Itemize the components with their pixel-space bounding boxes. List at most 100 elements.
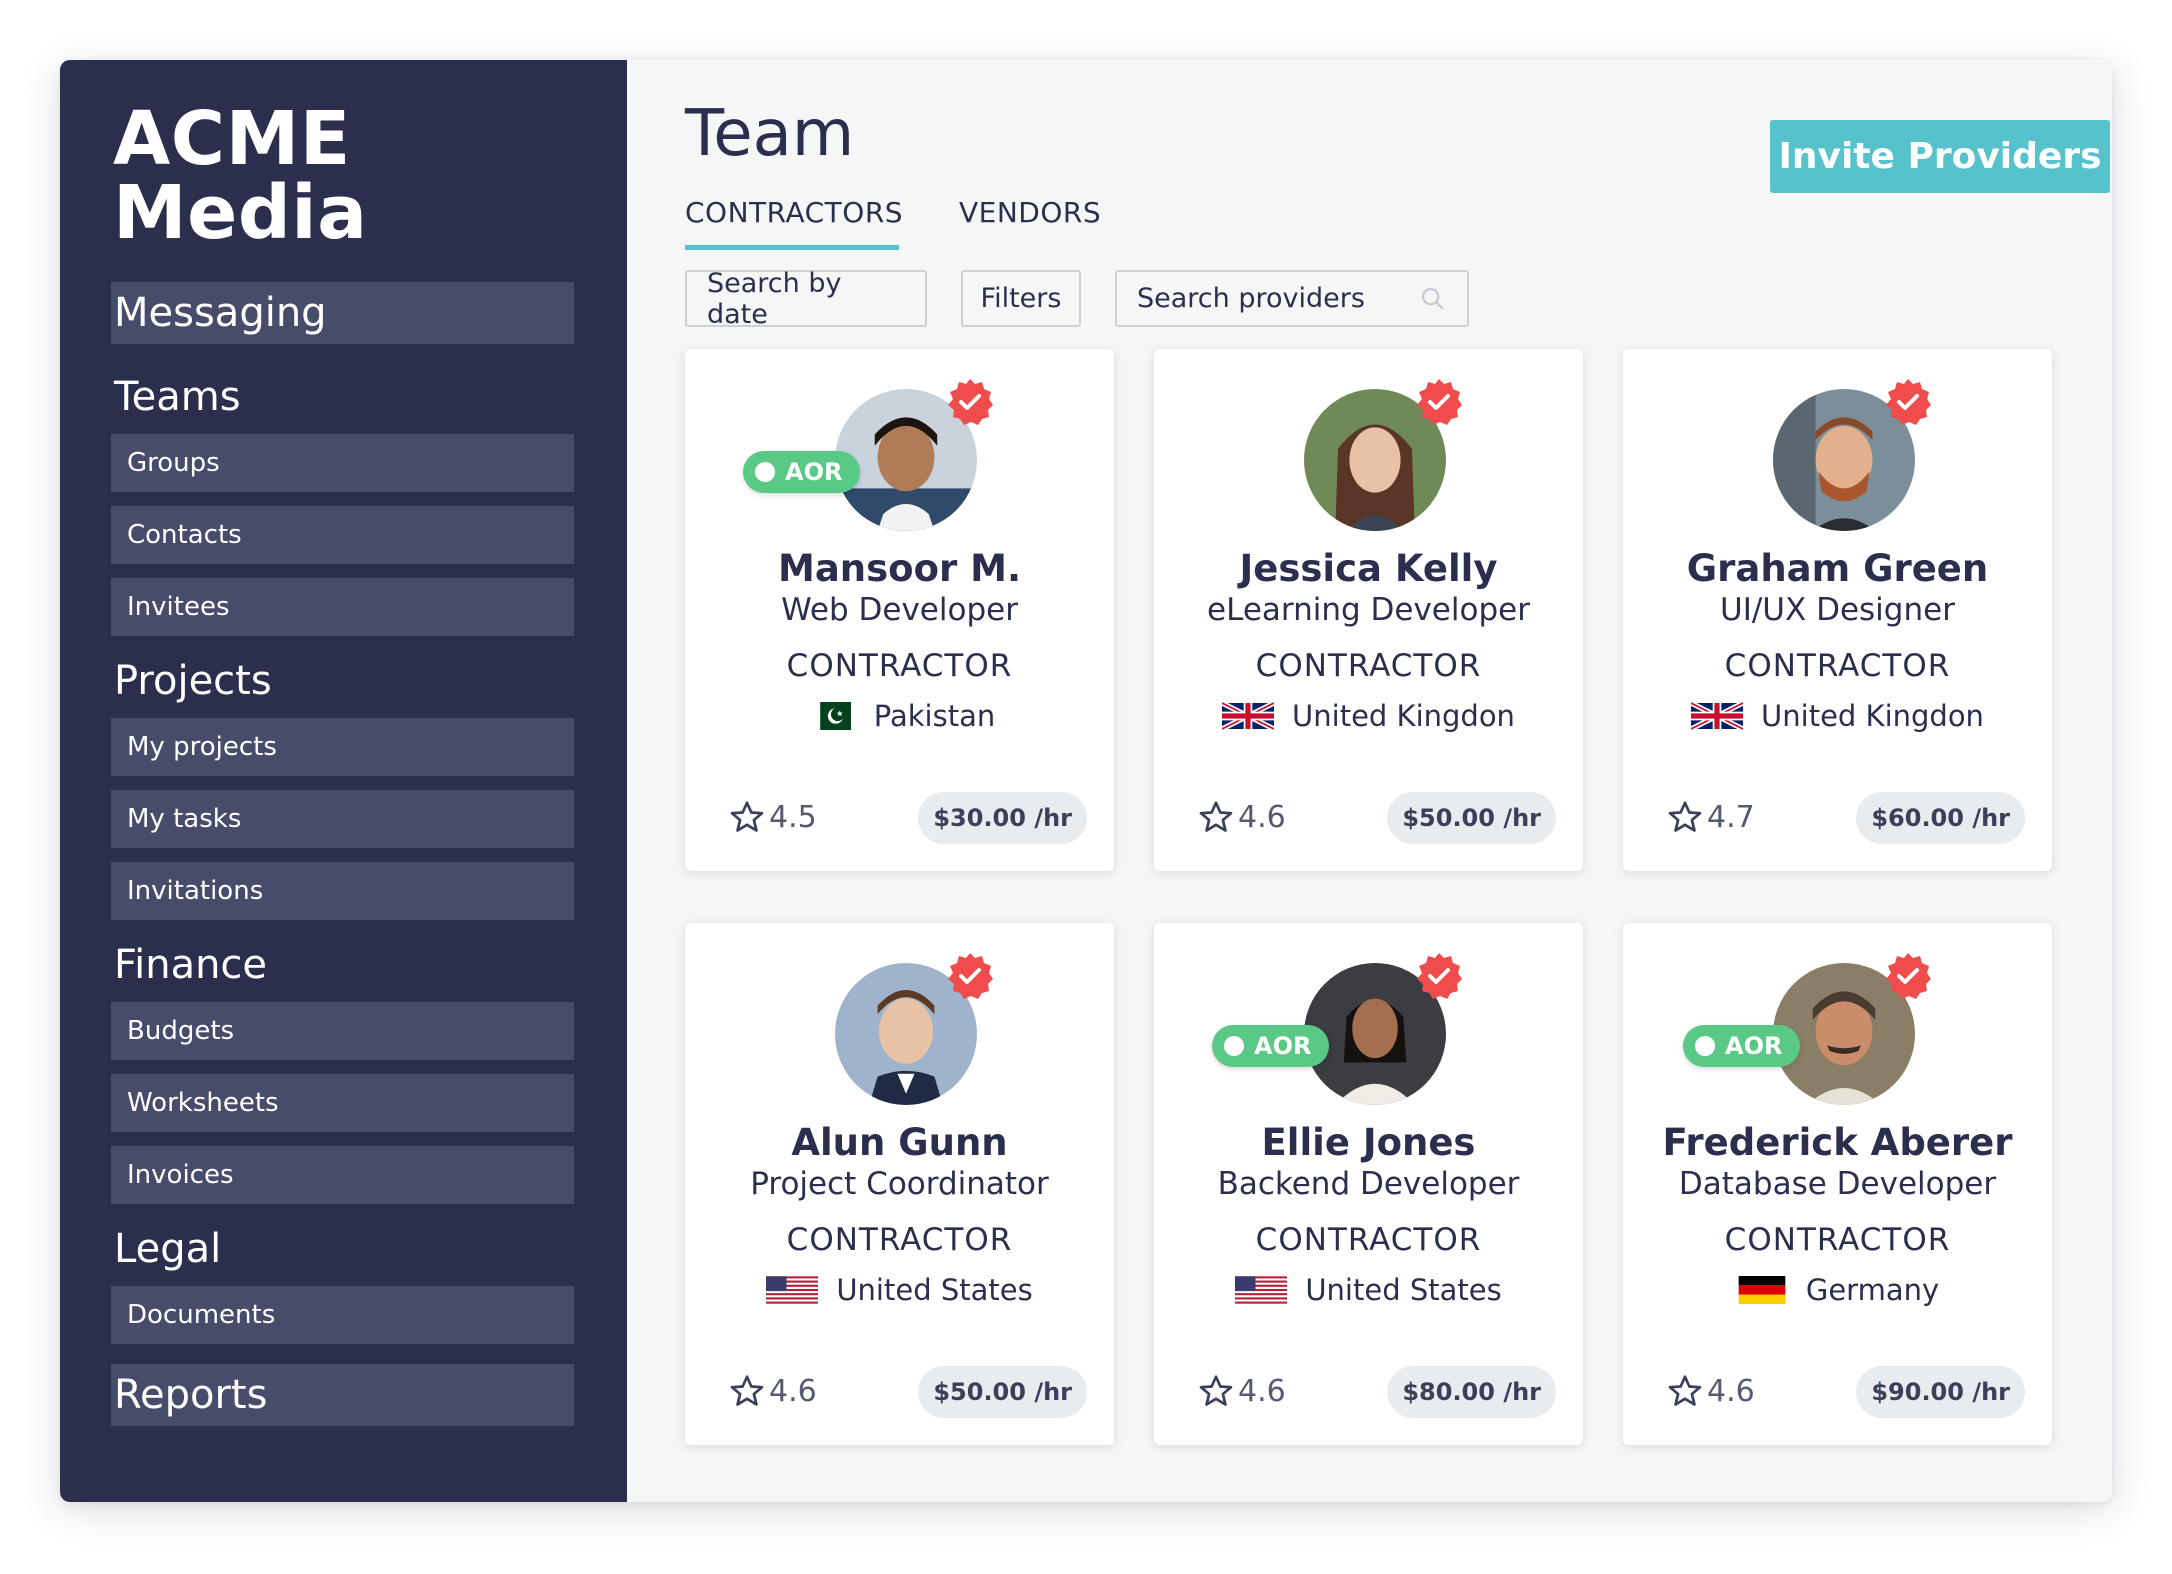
page-title: Team [685, 97, 855, 171]
provider-type: CONTRACTOR [1724, 1222, 1951, 1258]
star-icon [1199, 801, 1233, 832]
us-flag-icon [1235, 1276, 1288, 1304]
sidebar: ACME Media Messaging Teams Groups Contac… [60, 60, 627, 1502]
us-flag-icon [766, 1276, 819, 1304]
provider-name: Graham Green [1686, 547, 1989, 590]
rating-value: 4.5 [769, 799, 817, 835]
provider-country: Germany [1623, 1273, 2052, 1307]
sidebar-item-my-projects[interactable]: My projects [111, 718, 574, 776]
provider-type: CONTRACTOR [1255, 648, 1482, 684]
country-name: United States [1305, 1273, 1502, 1307]
sidebar-item-invitations[interactable]: Invitations [111, 862, 574, 920]
sidebar-item-contacts[interactable]: Contacts [111, 506, 574, 564]
sidebar-section-projects[interactable]: Projects [111, 650, 627, 712]
sidebar-section-legal[interactable]: Legal [111, 1218, 627, 1280]
sidebar-item-my-tasks[interactable]: My tasks [111, 790, 574, 848]
rating: 4.6 [729, 1373, 817, 1409]
search-by-date-label: Search by date [707, 267, 842, 330]
uk-flag-icon [1222, 702, 1275, 730]
invite-providers-button[interactable]: Invite Providers [1770, 120, 2110, 193]
provider-country: United Kingdon [1623, 699, 2052, 733]
rating-value: 4.6 [1707, 1373, 1755, 1409]
country-name: Germany [1805, 1273, 1940, 1307]
provider-role: Web Developer [781, 592, 1018, 628]
sidebar-item-budgets[interactable]: Budgets [111, 1002, 574, 1060]
country-name: United Kingdon [1292, 699, 1515, 733]
provider-type: CONTRACTOR [1724, 648, 1951, 684]
rating-value: 4.7 [1707, 799, 1755, 835]
hourly-rate-badge: $50.00 /hr [918, 1366, 1087, 1418]
country-name: Pakistan [873, 699, 996, 733]
rating: 4.5 [729, 799, 817, 835]
provider-country: United States [1154, 1273, 1583, 1307]
verified-badge-icon [948, 379, 993, 425]
provider-country: United Kingdon [1154, 699, 1583, 733]
aor-badge: AOR [1212, 1025, 1330, 1067]
star-icon [1668, 801, 1702, 832]
hourly-rate-badge: $50.00 /hr [1387, 792, 1556, 844]
sidebar-item-documents[interactable]: Documents [111, 1286, 574, 1344]
brand-logo: ACME Media [113, 96, 368, 256]
rating: 4.6 [1198, 1373, 1286, 1409]
provider-card[interactable]: AOR Ellie Jones Backend Developer CONTRA… [1154, 923, 1583, 1445]
provider-card[interactable]: AOR Frederick Aberer Database Developer … [1623, 923, 2052, 1445]
app-window: ACME Media Messaging Teams Groups Contac… [60, 60, 2112, 1502]
provider-name: Alun Gunn [791, 1121, 1008, 1164]
sidebar-item-invitees[interactable]: Invitees [111, 578, 574, 636]
search-providers-input[interactable]: Search providers [1115, 270, 1469, 327]
sidebar-item-groups[interactable]: Groups [111, 434, 574, 492]
verified-badge-icon [948, 953, 993, 999]
provider-role: Backend Developer [1217, 1166, 1520, 1202]
provider-card[interactable]: AOR Mansoor M. Web Developer CONTRACTOR … [685, 349, 1114, 871]
country-name: United States [836, 1273, 1033, 1307]
filters-button[interactable]: Filters [961, 270, 1081, 327]
sidebar-item-messaging[interactable]: Messaging [111, 282, 574, 344]
rating: 4.6 [1667, 1373, 1755, 1409]
rating-value: 4.6 [1238, 1373, 1286, 1409]
tab-contractors[interactable]: CONTRACTORS [685, 196, 903, 250]
main-content: Team Invite Providers CONTRACTORS VENDOR… [627, 60, 2112, 1502]
hourly-rate-badge: $60.00 /hr [1856, 792, 2025, 844]
provider-role: Database Developer [1678, 1166, 1997, 1202]
verified-badge-icon [1886, 379, 1931, 425]
sidebar-item-invoices[interactable]: Invoices [111, 1146, 574, 1204]
hourly-rate-badge: $80.00 /hr [1387, 1366, 1556, 1418]
avatar-wrapper [1304, 379, 1462, 531]
tab-vendors[interactable]: VENDORS [959, 196, 1101, 250]
verified-badge-icon [1886, 953, 1931, 999]
tab-bar: CONTRACTORS VENDORS [685, 196, 1161, 250]
verified-badge-icon [1417, 379, 1462, 425]
aor-label: AOR [1725, 1032, 1783, 1060]
filter-bar: Search by date Filters Search providers [685, 267, 1503, 330]
provider-type: CONTRACTOR [786, 1222, 1013, 1258]
aor-label: AOR [1254, 1032, 1312, 1060]
provider-card[interactable]: Alun Gunn Project Coordinator CONTRACTOR… [685, 923, 1114, 1445]
provider-card[interactable]: Graham Green UI/UX Designer CONTRACTOR U… [1623, 349, 2052, 871]
star-icon [1668, 1375, 1702, 1406]
search-by-date-field[interactable]: Search by date [685, 267, 927, 330]
rating-value: 4.6 [769, 1373, 817, 1409]
star-icon [730, 1375, 764, 1406]
hourly-rate-badge: $30.00 /hr [918, 792, 1087, 844]
provider-grid: AOR Mansoor M. Web Developer CONTRACTOR … [685, 349, 2052, 1445]
sidebar-section-teams[interactable]: Teams [111, 366, 627, 428]
pakistan-flag-icon [804, 702, 856, 730]
sidebar-item-reports[interactable]: Reports [111, 1364, 574, 1426]
sidebar-item-worksheets[interactable]: Worksheets [111, 1074, 574, 1132]
sidebar-section-finance[interactable]: Finance [111, 934, 627, 996]
rating: 4.6 [1198, 799, 1286, 835]
provider-role: eLearning Developer [1207, 592, 1530, 628]
uk-flag-icon [1691, 702, 1744, 730]
aor-badge: AOR [743, 451, 861, 493]
provider-country: United States [685, 1273, 1114, 1307]
aor-label: AOR [785, 458, 843, 486]
rating-value: 4.6 [1238, 799, 1286, 835]
verified-badge-icon [1417, 953, 1462, 999]
avatar-wrapper [835, 953, 993, 1105]
star-icon [1199, 1375, 1233, 1406]
provider-name: Frederick Aberer [1662, 1121, 2013, 1164]
provider-card[interactable]: Jessica Kelly eLearning Developer CONTRA… [1154, 349, 1583, 871]
search-icon [1421, 287, 1444, 309]
filters-label: Filters [980, 283, 1062, 314]
avatar-wrapper [1773, 379, 1931, 531]
